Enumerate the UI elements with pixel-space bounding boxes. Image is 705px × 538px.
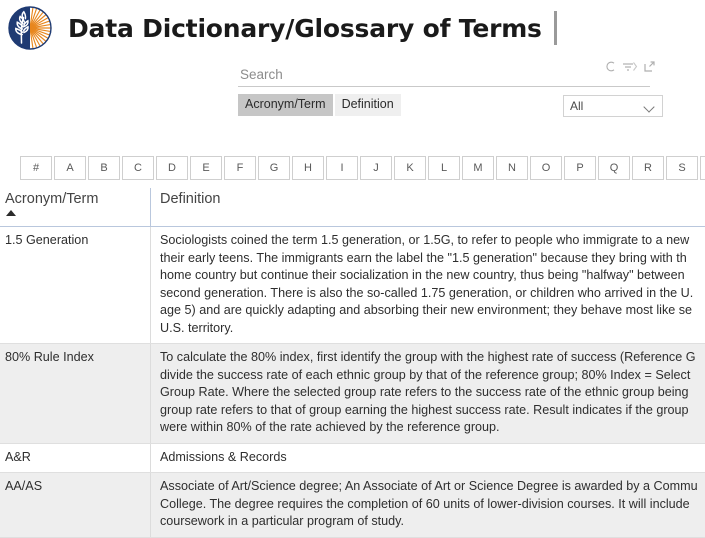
filter-icon[interactable] xyxy=(622,60,638,77)
definition-line: were within 80% of the rate achieved by … xyxy=(160,420,500,434)
table-row[interactable]: A&R Admissions & Records xyxy=(0,443,705,473)
definition-line: their early teens. The immigrants earn t… xyxy=(160,250,687,265)
definition-line: divide the success rate of each ethnic g… xyxy=(160,367,691,382)
alpha-btn-p[interactable]: P xyxy=(564,156,596,180)
page-title: Data Dictionary/Glossary of Terms xyxy=(68,13,542,43)
alphabet-pager: # A B C D E F G H I J K L M N O P Q R S … xyxy=(20,156,705,180)
expand-icon[interactable] xyxy=(643,60,656,77)
cell-term: A&R xyxy=(0,443,151,472)
cell-definition: Associate of Art/Science degree; An Asso… xyxy=(151,473,705,537)
title-divider-mark xyxy=(553,11,557,45)
definition-line: group rate refers to that of group earni… xyxy=(160,402,689,417)
alpha-btn-a[interactable]: A xyxy=(54,156,86,180)
definition-line: second generation. There is also the so-… xyxy=(160,285,694,300)
alpha-btn-n[interactable]: N xyxy=(496,156,528,180)
reset-icon[interactable] xyxy=(604,60,617,77)
cell-term: 80% Rule Index xyxy=(0,344,151,443)
cell-term: 1.5 Generation xyxy=(0,227,151,343)
table-header-row: Acronym/Term Definition xyxy=(0,188,705,227)
definition-line: Associate of Art/Science degree; An Asso… xyxy=(160,479,698,493)
definition-line: coursework in a particular program of st… xyxy=(160,514,405,528)
alpha-btn-f[interactable]: F xyxy=(224,156,256,180)
definition-line: home country but continue their socializ… xyxy=(160,268,685,282)
cell-definition: Admissions & Records xyxy=(151,444,705,473)
column-header-definition[interactable]: Definition xyxy=(151,188,705,226)
alpha-btn-j[interactable]: J xyxy=(360,156,392,180)
alpha-btn-l[interactable]: L xyxy=(428,156,460,180)
alpha-btn-s[interactable]: S xyxy=(666,156,698,180)
definition-line: Group Rate. Where the selected group rat… xyxy=(160,385,689,399)
definition-line: Admissions & Records xyxy=(160,449,287,464)
cell-definition: To calculate the 80% index, first identi… xyxy=(151,344,705,443)
column-header-acronym-term[interactable]: Acronym/Term xyxy=(0,188,151,226)
definition-line: U.S. territory. xyxy=(160,320,234,335)
search-row xyxy=(238,61,655,87)
glossary-table: Acronym/Term Definition 1.5 Generation S… xyxy=(0,188,705,538)
alpha-btn-d[interactable]: D xyxy=(156,156,188,180)
chevron-down-icon xyxy=(645,103,656,110)
alpha-btn-t[interactable]: T xyxy=(700,156,705,180)
cell-definition: Sociologists coined the term 1.5 generat… xyxy=(151,227,705,343)
alpha-btn-e[interactable]: E xyxy=(190,156,222,180)
table-row[interactable]: AA/AS Associate of Art/Science degree; A… xyxy=(0,473,705,538)
alpha-btn-b[interactable]: B xyxy=(88,156,120,180)
table-row[interactable]: 1.5 Generation Sociologists coined the t… xyxy=(0,227,705,344)
cell-term: AA/AS xyxy=(0,473,151,537)
search-toolbar-icons xyxy=(604,60,656,77)
alpha-btn-o[interactable]: O xyxy=(530,156,562,180)
table-row[interactable]: 80% Rule Index To calculate the 80% inde… xyxy=(0,344,705,444)
category-filter-value: All xyxy=(570,99,584,113)
alpha-btn-g[interactable]: G xyxy=(258,156,290,180)
alpha-btn-h[interactable]: H xyxy=(292,156,324,180)
alpha-btn-k[interactable]: K xyxy=(394,156,426,180)
scope-toggle-definition[interactable]: Definition xyxy=(334,94,401,116)
alpha-btn-hash[interactable]: # xyxy=(20,156,52,180)
alpha-btn-c[interactable]: C xyxy=(122,156,154,180)
search-panel: Acronym/Term Definition All xyxy=(238,61,705,117)
sort-ascending-icon xyxy=(6,210,16,216)
column-header-definition-label: Definition xyxy=(160,191,221,207)
definition-line: College. The degree requires the complet… xyxy=(160,496,690,511)
scope-toggle-acronym-term[interactable]: Acronym/Term xyxy=(238,94,333,116)
alpha-btn-q[interactable]: Q xyxy=(598,156,630,180)
alpha-btn-m[interactable]: M xyxy=(462,156,494,180)
definition-line: To calculate the 80% index, first identi… xyxy=(160,350,696,364)
definition-line: Sociologists coined the term 1.5 generat… xyxy=(160,233,690,247)
alpha-btn-r[interactable]: R xyxy=(632,156,664,180)
definition-line: age 5) and are quickly adapting and abso… xyxy=(160,303,693,317)
oak-leaf-sunburst-logo xyxy=(6,4,54,52)
page-header: Data Dictionary/Glossary of Terms xyxy=(0,0,705,56)
search-input[interactable] xyxy=(238,62,602,86)
category-filter-select[interactable]: All xyxy=(563,95,663,117)
column-header-acronym-term-label: Acronym/Term xyxy=(5,191,99,207)
alpha-btn-i[interactable]: I xyxy=(326,156,358,180)
